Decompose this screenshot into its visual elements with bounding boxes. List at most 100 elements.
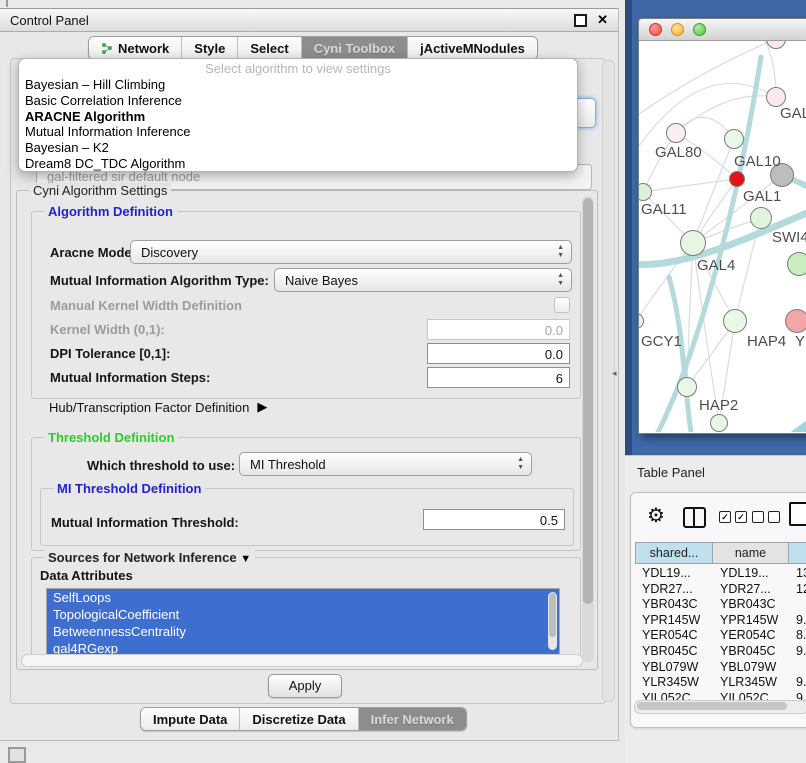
tab-jactivemnodules[interactable]: jActiveMNodules: [408, 37, 537, 59]
table-horizontal-scrollbar[interactable]: [634, 700, 806, 714]
table-row[interactable]: YPR145WYPR145W9.: [635, 613, 806, 629]
minimize-traffic-light-icon[interactable]: [671, 23, 684, 36]
algorithm-option[interactable]: Bayesian – Hill Climbing: [19, 77, 577, 93]
tab-network-label: Network: [118, 41, 169, 56]
control-panel-tabs: Network Style Select Cyni Toolbox jActiv…: [88, 36, 538, 60]
screen: Control Panel ✕ Network Style: [0, 0, 806, 762]
mi-steps-field[interactable]: 6: [427, 367, 570, 388]
table-cell: YBR045C: [635, 644, 713, 660]
table-cell: 8.: [789, 628, 806, 644]
table-row[interactable]: YDR27...YDR27...12: [635, 582, 806, 598]
attribute-list-scrollbar[interactable]: [548, 592, 557, 650]
zoom-traffic-light-icon[interactable]: [693, 23, 706, 36]
manual-kernel-width-checkbox[interactable]: [554, 297, 570, 313]
settings-vertical-scrollbar[interactable]: [582, 196, 594, 662]
data-attributes-list[interactable]: SelfLoopsTopologicalCoefficientBetweenne…: [46, 588, 560, 656]
mi-steps-label: Mutual Information Steps:: [50, 370, 210, 385]
table-cell: 9.: [789, 675, 806, 691]
table-row[interactable]: YBR045CYBR045C9.: [635, 644, 806, 660]
algorithm-option[interactable]: Bayesian – K2: [19, 140, 577, 156]
network-node[interactable]: [787, 252, 806, 276]
network-node-label: GAL11: [641, 201, 687, 218]
close-icon[interactable]: ✕: [597, 14, 608, 26]
tab-infer-network[interactable]: Infer Network: [359, 708, 466, 730]
tab-cyni-toolbox[interactable]: Cyni Toolbox: [302, 37, 408, 59]
network-node-label: GAL80: [655, 144, 702, 161]
network-node-label: GAL10: [734, 153, 781, 170]
attribute-list-item[interactable]: SelfLoops: [47, 589, 559, 606]
network-node-label: HAP2: [699, 397, 738, 414]
network-node[interactable]: [766, 87, 786, 107]
control-panel-scrollbar[interactable]: [602, 60, 615, 702]
hub-transcription-factor-section[interactable]: Hub/Transcription Factor Definition ▶: [49, 399, 267, 415]
tab-select[interactable]: Select: [238, 37, 301, 59]
tab-style[interactable]: Style: [182, 37, 238, 59]
table-row[interactable]: YBR043CYBR043C: [635, 597, 806, 613]
apply-button[interactable]: Apply: [268, 674, 342, 698]
kernel-width-field[interactable]: 0.0: [427, 319, 570, 340]
minimized-window-icon[interactable]: [8, 747, 26, 763]
new-table-icon[interactable]: [789, 502, 806, 526]
network-node[interactable]: [710, 414, 728, 432]
algorithm-dropdown-list: Bayesian – Hill ClimbingBasic Correlatio…: [19, 77, 577, 172]
settings-horizontal-scrollbar[interactable]: [21, 654, 583, 667]
network-node[interactable]: [723, 309, 747, 333]
table-cell: YBR045C: [713, 644, 789, 660]
close-traffic-light-icon[interactable]: [649, 23, 662, 36]
table-row[interactable]: YLR345WYLR345W9.: [635, 675, 806, 691]
algorithm-option[interactable]: ARACNE Algorithm: [19, 109, 577, 125]
dpi-tolerance-field[interactable]: 0.0: [427, 343, 570, 364]
mi-algorithm-type-combobox[interactable]: Naive Bayes ▲▼: [274, 268, 572, 292]
network-node[interactable]: [724, 129, 744, 149]
float-window-icon[interactable]: [574, 14, 587, 27]
network-view-window[interactable]: GALGAL80GAL10GAL1GAL11SWI4GAL4GCY1HAP4YH…: [638, 18, 806, 434]
select-all-checkboxes-icon[interactable]: ✓✓: [719, 511, 747, 523]
aracne-mode-combobox[interactable]: Discovery ▲▼: [130, 240, 572, 264]
which-threshold-combobox[interactable]: MI Threshold ▲▼: [239, 452, 532, 476]
table-cell: 13: [789, 566, 806, 582]
table-cell: 12: [789, 582, 806, 598]
table-cell: 9.: [789, 644, 806, 660]
table-cell: YER054C: [635, 628, 713, 644]
tab-network[interactable]: Network: [89, 37, 182, 59]
table-row[interactable]: YDL19...YDL19...13: [635, 566, 806, 582]
column-header-shared-name[interactable]: shared...: [635, 542, 713, 564]
gear-icon[interactable]: ⚙: [647, 503, 665, 528]
table-header-row: shared... name A: [635, 542, 806, 564]
network-canvas[interactable]: GALGAL80GAL10GAL1GAL11SWI4GAL4GCY1HAP4YH…: [639, 41, 806, 432]
attribute-list-item[interactable]: BetweennessCentrality: [47, 623, 559, 640]
column-header-name[interactable]: name: [713, 542, 789, 564]
network-node[interactable]: [729, 171, 745, 187]
table-cell: YBL079W: [713, 660, 789, 676]
network-node[interactable]: [750, 207, 772, 229]
control-panel-titlebar: Control Panel ✕: [0, 8, 618, 32]
tab-impute-data[interactable]: Impute Data: [141, 708, 240, 730]
algorithm-option[interactable]: Basic Correlation Inference: [19, 93, 577, 109]
mi-threshold-field[interactable]: 0.5: [423, 509, 565, 530]
table-cell: YPR145W: [635, 613, 713, 629]
attribute-list-item[interactable]: TopologicalCoefficient: [47, 606, 559, 623]
collapse-arrow-icon[interactable]: ▼: [240, 553, 251, 565]
tab-discretize-data[interactable]: Discretize Data: [240, 708, 358, 730]
algorithm-option[interactable]: Dream8 DC_TDC Algorithm: [19, 156, 577, 172]
network-node[interactable]: [785, 309, 806, 333]
threshold-definition-group: Threshold Definition Which threshold to …: [31, 437, 581, 551]
columns-icon[interactable]: [683, 507, 706, 528]
table-row[interactable]: YBL079WYBL079W: [635, 660, 806, 676]
table-row[interactable]: YER054CYER054C8.: [635, 628, 806, 644]
deselect-all-checkboxes-icon[interactable]: [752, 511, 780, 523]
network-node-label: GAL1: [743, 188, 781, 205]
network-node[interactable]: [680, 230, 706, 256]
splitter-collapse-icon[interactable]: ◂: [612, 368, 617, 379]
table-cell: YLR345W: [713, 675, 789, 691]
table-cell: YLR345W: [635, 675, 713, 691]
network-desktop: GALGAL80GAL10GAL1GAL11SWI4GAL4GCY1HAP4YH…: [625, 0, 806, 455]
column-header-a[interactable]: A: [789, 542, 806, 564]
table-panel-region: Table Panel ⚙ ✓✓ shared... name A YDL19.…: [625, 455, 806, 763]
table-cell: YBL079W: [635, 660, 713, 676]
expand-arrow-icon[interactable]: ▶: [257, 399, 267, 415]
algorithm-option[interactable]: Mutual Information Inference: [19, 124, 577, 140]
network-node[interactable]: [666, 123, 686, 143]
sources-title: Sources for Network Inference ▼: [44, 550, 255, 565]
network-node[interactable]: [677, 377, 697, 397]
